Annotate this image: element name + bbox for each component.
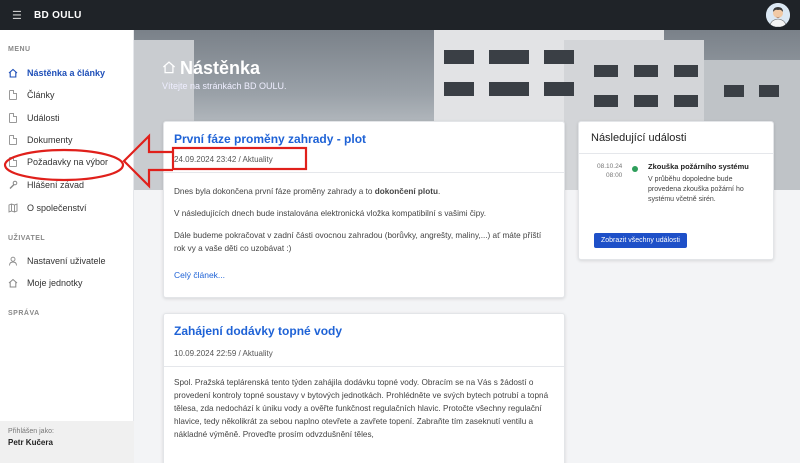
home-icon: [8, 277, 18, 288]
logged-in-label: Přihlášen jako:: [8, 428, 54, 435]
sidebar-item-label: Nastavení uživatele: [27, 255, 106, 266]
sidebar-item-label: Požadavky na výbor: [27, 156, 109, 167]
sidebar-item-o-spolecenstvi[interactable]: O společenství: [8, 202, 87, 213]
sidebar-item-label: O společenství: [27, 202, 87, 213]
event-description: V průběhu dopoledne bude provedena zkouš…: [648, 176, 744, 203]
document-icon: [8, 134, 18, 145]
events-card: Následující události 08.10.24 08:00 Zkou…: [578, 121, 774, 260]
event-date-day: 08.10.24: [597, 163, 623, 170]
article-title[interactable]: Zahájení dodávky topné vody: [174, 324, 554, 338]
wrench-icon: [8, 179, 18, 190]
article-paragraph: Spol. Pražská teplárenská tento týden za…: [174, 378, 549, 439]
sidebar-item-label: Hlášení závad: [27, 179, 85, 190]
article-paragraph: Dále budeme pokračovat v zadní části ovo…: [174, 231, 542, 253]
app-brand[interactable]: BD OULU: [34, 10, 82, 21]
sidebar-section-menu: MENU: [8, 46, 31, 53]
read-more-link[interactable]: Celý článek...: [174, 270, 225, 280]
top-bar: ☰ BD OULU: [0, 0, 800, 30]
sidebar-item-label: Události: [27, 112, 60, 123]
show-all-events-button[interactable]: Zobrazit všechny události: [594, 233, 687, 248]
sidebar-item-clanky[interactable]: Články: [8, 89, 55, 100]
article-text: .: [437, 187, 441, 196]
article-body: Dnes byla dokončena první fáze proměny z…: [174, 185, 554, 291]
sidebar: MENU Nástěnka a články Články Události D…: [0, 30, 134, 463]
sidebar-item-dokumenty[interactable]: Dokumenty: [8, 134, 73, 145]
article-meta: 10.09.2024 22:59 / Aktuality: [174, 349, 273, 358]
article-text-bold: dokončení plotu: [374, 187, 438, 196]
avatar[interactable]: [766, 3, 790, 27]
logged-in-user: Přihlášen jako: Petr Kučera: [0, 421, 134, 463]
sidebar-item-label: Moje jednotky: [27, 277, 83, 288]
document-icon: [8, 156, 18, 167]
article-card: Zahájení dodávky topné vody 10.09.2024 2…: [163, 313, 565, 463]
home-icon: [8, 67, 18, 78]
event-date: 08.10.24 08:00: [597, 162, 622, 180]
sidebar-item-pozadavky[interactable]: Požadavky na výbor: [8, 156, 108, 167]
hamburger-icon[interactable]: ☰: [12, 9, 30, 22]
sidebar-section-uzivatel: UŽIVATEL: [8, 235, 46, 242]
sidebar-item-hlaseni-zavad[interactable]: Hlášení závad: [8, 179, 84, 190]
event-date-time: 08:00: [606, 172, 623, 179]
article-card: První fáze proměny zahrady - plot 24.09.…: [163, 121, 565, 298]
sidebar-item-udalosti[interactable]: Události: [8, 112, 60, 123]
article-meta: 24.09.2024 23:42 / Aktuality: [174, 155, 273, 164]
sidebar-item-nastaveni[interactable]: Nastavení uživatele: [8, 255, 106, 266]
document-icon: [8, 89, 18, 100]
article-body: Spol. Pražská teplárenská tento týden za…: [174, 376, 554, 450]
document-icon: [8, 112, 18, 123]
event-status-dot: [632, 166, 638, 172]
sidebar-item-label: Nástěnka a články: [27, 67, 106, 78]
sidebar-item-moje-jednotky[interactable]: Moje jednotky: [8, 277, 83, 288]
event-name[interactable]: Zkouška požárního systému: [648, 162, 749, 171]
events-title: Následující události: [591, 132, 687, 144]
map-icon: [8, 202, 18, 213]
sidebar-item-label: Dokumenty: [27, 134, 73, 145]
article-paragraph: V následujících dnech bude instalována e…: [174, 209, 487, 218]
user-icon: [8, 255, 18, 266]
sidebar-item-nastenka[interactable]: Nástěnka a články: [8, 67, 105, 78]
sidebar-section-sprava: SPRÁVA: [8, 310, 40, 317]
page-title-text: Nástěnka: [180, 58, 261, 78]
logged-in-username: Petr Kučera: [8, 438, 53, 447]
page-title: Nástěnka: [162, 58, 260, 79]
article-text: Dnes byla dokončena první fáze proměny z…: [174, 187, 375, 196]
sidebar-item-label: Články: [27, 89, 55, 100]
home-icon: [162, 60, 176, 77]
page-subtitle: Vítejte na stránkách BD OULU.: [162, 81, 287, 91]
article-title[interactable]: První fáze proměny zahrady - plot: [174, 132, 554, 146]
